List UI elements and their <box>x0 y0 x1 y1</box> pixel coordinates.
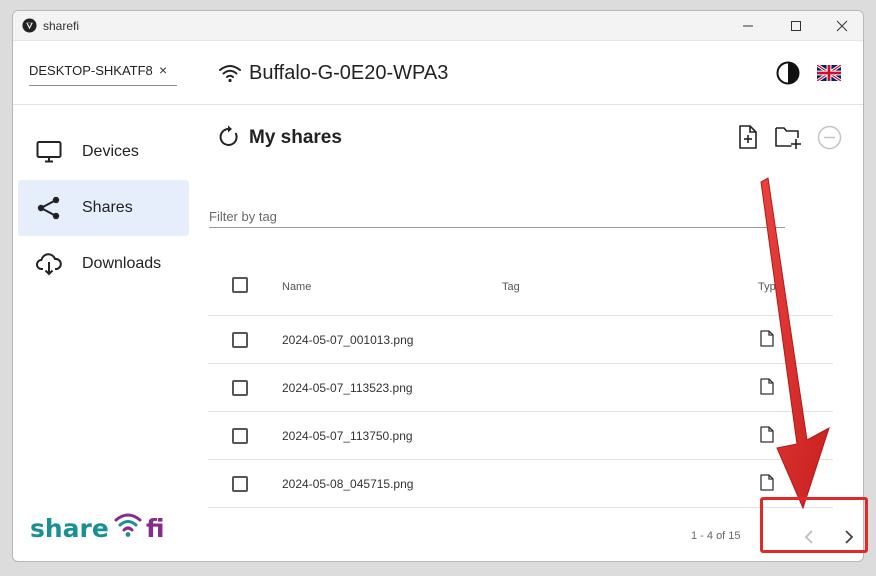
theme-toggle-icon[interactable] <box>776 61 800 85</box>
file-name: 2024-05-07_113750.png <box>282 429 413 443</box>
column-header-tag[interactable]: Tag <box>502 281 520 293</box>
row-checkbox[interactable] <box>232 476 248 492</box>
refresh-icon[interactable] <box>217 125 241 149</box>
sidebar-item-label: Devices <box>82 143 139 160</box>
app-window: sharefi DESKTOP-SHKATF8 × Buffalo-G-0E20… <box>12 10 864 562</box>
add-file-icon[interactable] <box>736 124 760 150</box>
clear-device-button[interactable]: × <box>159 62 167 78</box>
close-button[interactable] <box>819 11 863 41</box>
sidebar-item-shares[interactable]: Shares <box>18 180 189 236</box>
table-row[interactable]: 2024-05-08_045715.png <box>208 460 833 508</box>
monitor-icon <box>36 141 62 163</box>
page-title: My shares <box>249 127 342 148</box>
sidebar: Devices Shares Downloads share fi <box>13 106 195 561</box>
maximize-button[interactable] <box>773 11 819 41</box>
file-name: 2024-05-08_045715.png <box>282 477 414 491</box>
column-header-type[interactable]: Type <box>758 281 782 293</box>
file-icon <box>760 474 774 491</box>
row-checkbox[interactable] <box>232 428 248 444</box>
remove-icon[interactable] <box>817 125 842 150</box>
device-name-field[interactable]: DESKTOP-SHKATF8 <box>29 60 177 86</box>
table-row[interactable]: 2024-05-07_113523.png <box>208 364 833 412</box>
file-icon <box>760 426 774 443</box>
svg-text:share: share <box>30 514 109 543</box>
minimize-button[interactable] <box>725 11 771 41</box>
pagination-range: 1 - 4 of 15 <box>691 530 741 542</box>
minimize-icon <box>743 25 753 27</box>
row-checkbox[interactable] <box>232 380 248 396</box>
table-row[interactable]: 2024-05-07_113750.png <box>208 412 833 460</box>
table-row[interactable]: 2024-05-07_001013.png <box>208 316 833 364</box>
sidebar-item-label: Shares <box>82 199 133 216</box>
main-content: My shares Filter by tag Name Tag Type 20… <box>196 106 863 561</box>
window-title: sharefi <box>43 19 80 33</box>
tag-filter-input[interactable]: Filter by tag <box>209 201 785 228</box>
svg-text:fi: fi <box>146 514 165 543</box>
app-logo-icon <box>22 18 37 33</box>
filter-placeholder: Filter by tag <box>209 209 277 224</box>
column-header-name[interactable]: Name <box>282 281 311 293</box>
maximize-icon <box>791 21 801 31</box>
close-icon <box>836 20 848 32</box>
sharefi-logo: share fi <box>30 513 165 543</box>
add-folder-icon[interactable] <box>774 124 802 150</box>
sidebar-item-label: Downloads <box>82 255 162 272</box>
file-icon <box>760 378 774 395</box>
share-icon <box>37 196 60 220</box>
sidebar-item-downloads[interactable]: Downloads <box>18 236 189 292</box>
table-header: Name Tag Type <box>208 256 833 316</box>
annotation-highlight-box <box>760 497 868 553</box>
file-name: 2024-05-07_001013.png <box>282 333 414 347</box>
select-all-checkbox[interactable] <box>232 277 248 293</box>
file-name: 2024-05-07_113523.png <box>282 381 413 395</box>
row-checkbox[interactable] <box>232 332 248 348</box>
sidebar-item-devices[interactable]: Devices <box>18 124 189 180</box>
network-name: Buffalo-G-0E20-WPA3 <box>249 62 449 84</box>
title-bar: sharefi <box>13 11 863 41</box>
cloud-download-icon <box>36 253 62 276</box>
uk-flag-icon[interactable] <box>817 65 841 81</box>
wifi-icon <box>219 65 241 83</box>
file-icon <box>760 330 774 347</box>
app-header: DESKTOP-SHKATF8 × Buffalo-G-0E20-WPA3 <box>13 41 863 105</box>
